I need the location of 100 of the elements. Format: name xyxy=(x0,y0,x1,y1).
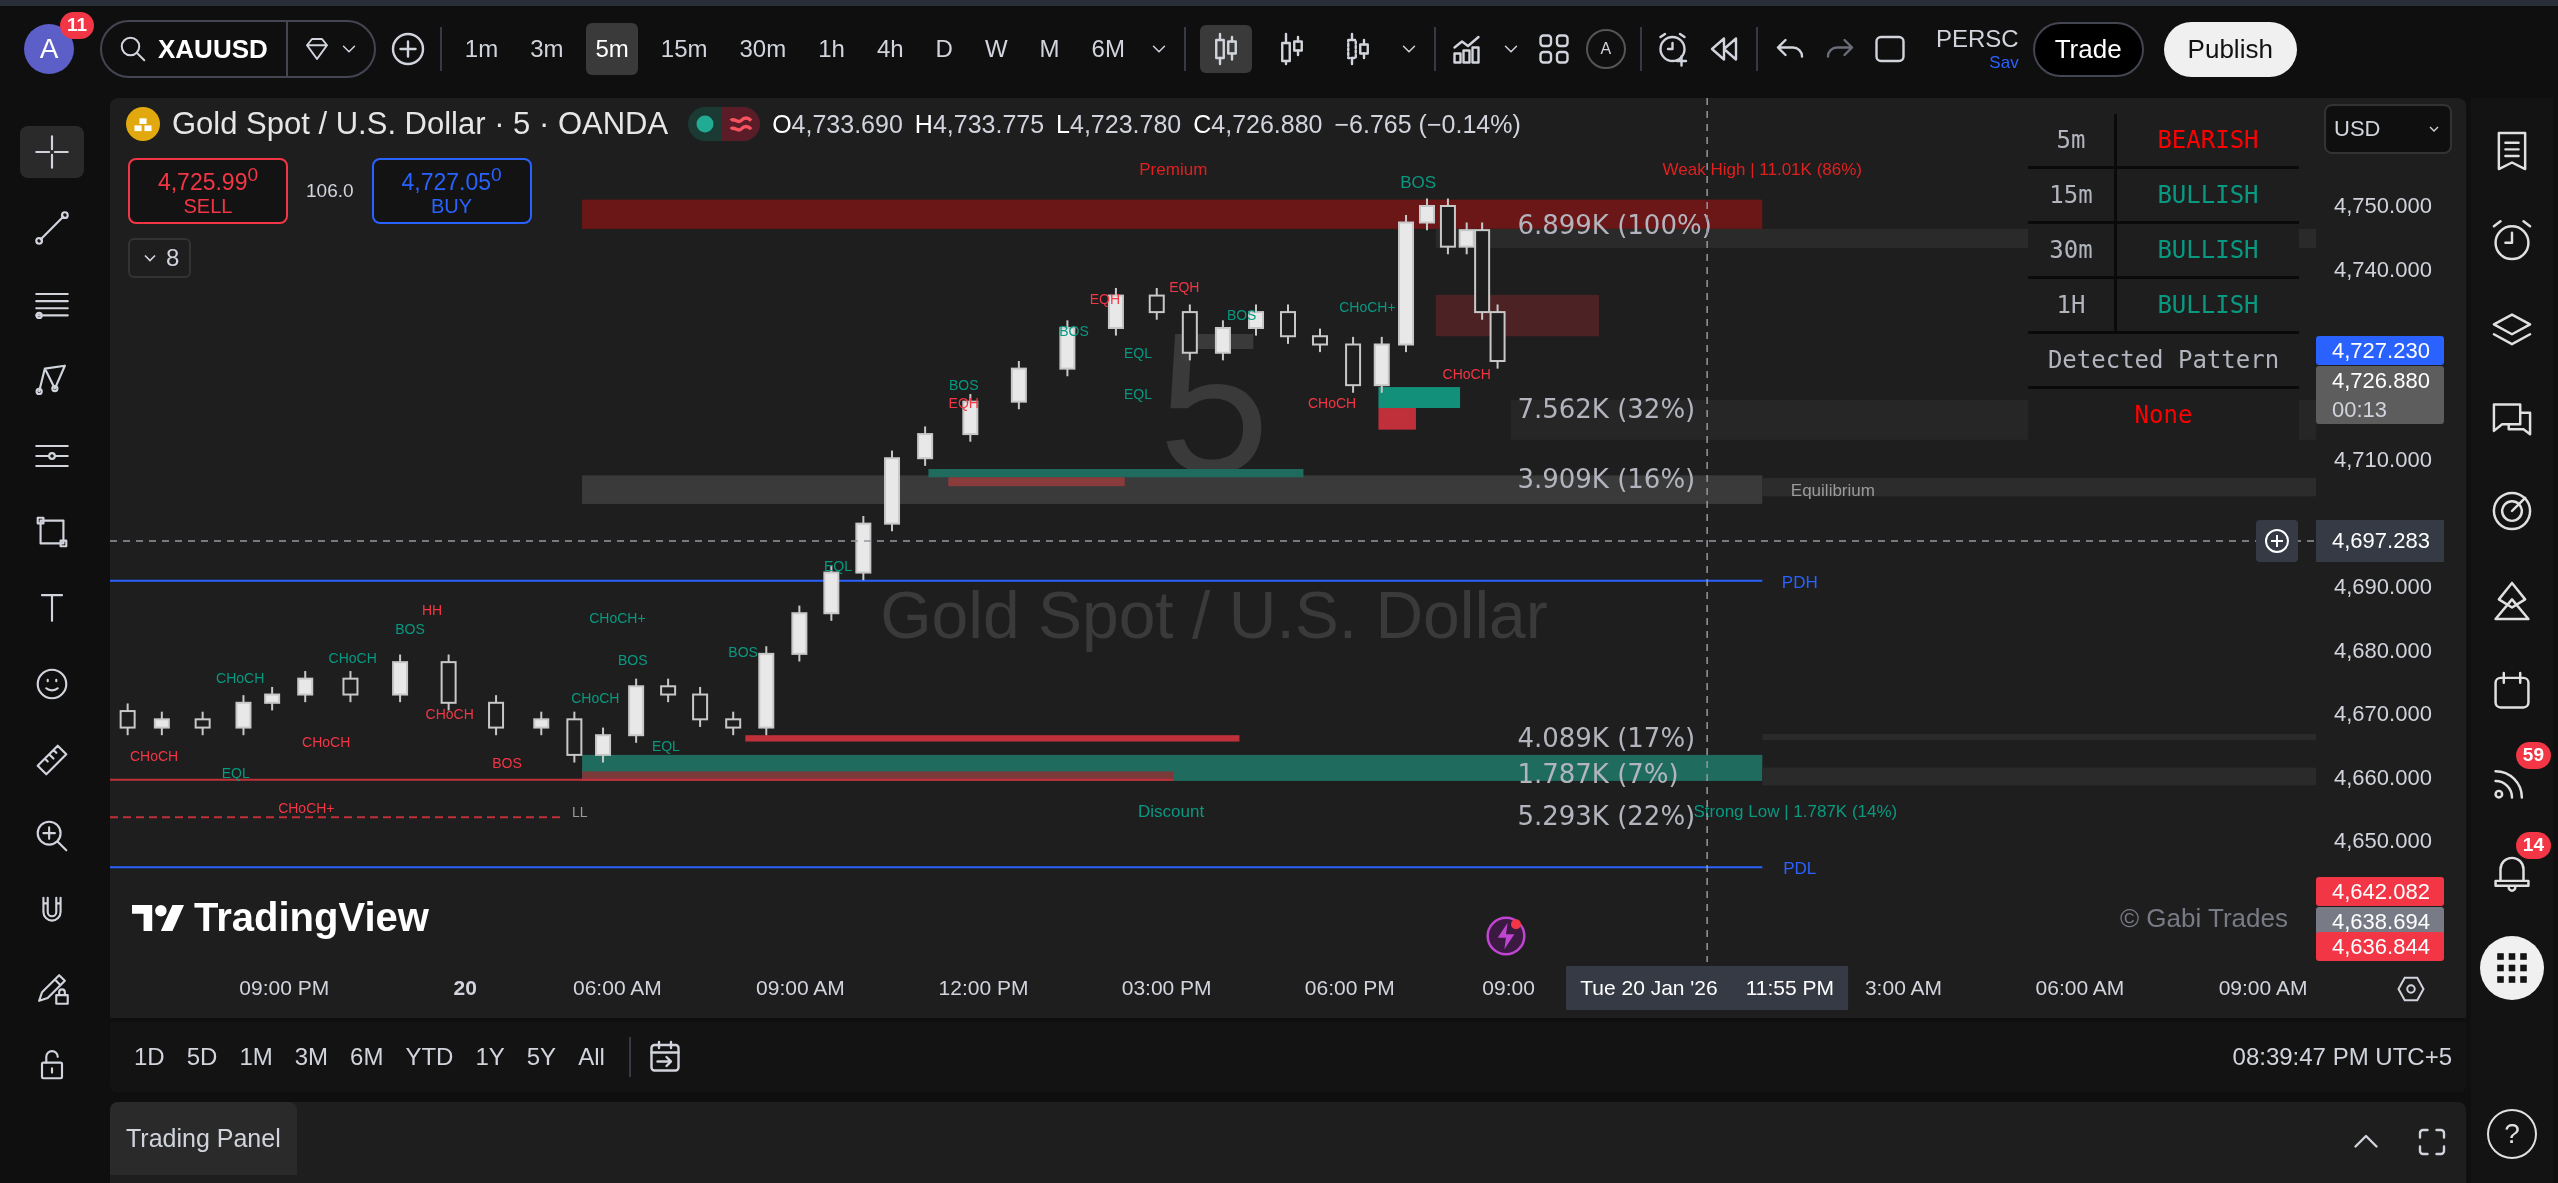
volume-label: 4.089K (17%) xyxy=(1517,722,1696,753)
trend-cell: BULLISH xyxy=(2115,277,2299,333)
interval-tab[interactable]: 6M xyxy=(1082,23,1134,75)
interval-tab[interactable]: 15m xyxy=(651,23,717,75)
timeframe-cell: 5m xyxy=(2028,114,2116,168)
range-button[interactable]: 1M xyxy=(231,1037,281,1077)
interval-tab[interactable]: 3m xyxy=(521,23,573,75)
chart-label: PDH xyxy=(1781,573,1818,593)
chart-label: LL xyxy=(572,804,588,821)
publish-button[interactable]: Publish xyxy=(2163,21,2297,77)
time-tick: 09:00 xyxy=(1482,976,1535,1000)
alert-letter-button[interactable]: A xyxy=(1585,29,1626,69)
interval-tab[interactable]: 1m xyxy=(455,23,508,75)
interval-tab[interactable]: M xyxy=(1030,23,1069,75)
interval-tab[interactable]: 30m xyxy=(730,23,796,75)
interval-tab[interactable]: 5m xyxy=(586,23,638,75)
add-alert-icon[interactable] xyxy=(2256,519,2298,562)
price-tick: 4,650.000 xyxy=(2334,827,2432,856)
candle xyxy=(342,670,359,704)
layout-name[interactable]: PERSC xyxy=(1935,25,2019,53)
candle xyxy=(595,726,612,764)
candle xyxy=(119,702,136,737)
crosshair-tool-icon[interactable] xyxy=(20,126,84,178)
range-button[interactable]: All xyxy=(570,1037,613,1077)
price-tick: 4,680.000 xyxy=(2334,636,2432,665)
chart-label: Weak High | 11.01K (86%) xyxy=(1662,159,1862,179)
range-button[interactable]: 1D xyxy=(126,1037,173,1077)
price-tick: 4,740.000 xyxy=(2334,255,2432,284)
count-badge: 59 xyxy=(2515,742,2551,769)
range-button[interactable]: 3M xyxy=(286,1037,337,1077)
candle xyxy=(488,694,505,737)
trading-panel-tab[interactable]: Trading Panel xyxy=(110,1102,297,1175)
time-tick: 06:00 PM xyxy=(1304,976,1395,1000)
chart-label: CHoCH xyxy=(425,706,474,723)
range-button[interactable]: 1Y xyxy=(467,1037,513,1077)
coin-icon xyxy=(126,107,160,141)
range-button[interactable]: 5Y xyxy=(518,1037,565,1077)
candle xyxy=(660,677,677,704)
indicators-toggle[interactable]: 8 xyxy=(128,238,192,278)
chart-label: CHoCH xyxy=(130,748,179,765)
chart-label: BOS xyxy=(492,755,522,772)
chart-label: CHoCH+ xyxy=(278,800,335,817)
trend-cell: BEARISH xyxy=(2115,114,2299,168)
time-tick: 09:00 AM xyxy=(756,976,845,1000)
chart-label: EQH xyxy=(1169,279,1200,296)
price-tag: 4,636.844 xyxy=(2316,932,2444,961)
currency-dropdown[interactable]: USD xyxy=(2324,104,2452,154)
candle xyxy=(692,685,709,728)
ohlc-value: O4,733.690 xyxy=(772,109,903,139)
chart-label: CHoCH xyxy=(571,689,620,706)
chart-label: CHoCH xyxy=(216,670,265,687)
range-button[interactable]: YTD xyxy=(397,1037,462,1077)
trend-cell: BULLISH xyxy=(2115,222,2299,278)
chart-label: BOS xyxy=(395,621,425,638)
time-tick: 09:00 PM xyxy=(239,976,330,1000)
buy-button[interactable]: 4,727.05$^{0}$ BUY xyxy=(371,158,532,224)
candle xyxy=(855,515,872,582)
interval-tab[interactable]: 1h xyxy=(809,23,854,75)
price-tick: 4,670.000 xyxy=(2334,700,2432,729)
candle xyxy=(1439,197,1456,256)
clock-text[interactable]: 08:39:47 PM UTC+5 xyxy=(2232,1043,2452,1071)
trend-cell: BULLISH xyxy=(2115,167,2299,223)
price-tick: 4,660.000 xyxy=(2334,763,2432,792)
range-button[interactable]: 6M xyxy=(342,1037,392,1077)
candle xyxy=(235,694,252,737)
chart-label: EQL xyxy=(1124,345,1152,362)
range-button[interactable]: 5D xyxy=(178,1037,226,1077)
help-button[interactable]: ? xyxy=(2487,1109,2537,1159)
chart-label: CHoCH+ xyxy=(1339,299,1396,316)
candle xyxy=(194,710,211,737)
candle xyxy=(1419,197,1435,232)
candle xyxy=(566,710,583,764)
candles-icon[interactable] xyxy=(1199,25,1252,73)
interval-tab[interactable]: W xyxy=(975,23,1017,75)
price-tag: 4,726.880 00:13 xyxy=(2316,365,2444,424)
candle xyxy=(392,653,409,704)
candle xyxy=(1280,303,1296,345)
chart-label: BOS xyxy=(728,644,758,661)
chart-label: Premium xyxy=(1139,159,1208,179)
trade-button[interactable]: Trade xyxy=(2032,21,2144,77)
time-tick: 03:00 PM xyxy=(1121,976,1212,1000)
symbol-title[interactable]: Gold Spot / U.S. Dollar · 5 · OANDA xyxy=(172,106,669,142)
ohlc-value: C4,726.880 xyxy=(1193,109,1323,139)
chart-label: CHoCH xyxy=(1308,395,1357,411)
price-tag: 4,642.082 xyxy=(2316,876,2444,906)
time-tick: 09:00 AM xyxy=(2218,976,2308,1000)
candle xyxy=(628,677,645,744)
settings-icon[interactable] xyxy=(2396,974,2426,1004)
chart-label: EQL xyxy=(1124,386,1152,403)
add-symbol-icon[interactable] xyxy=(389,31,426,67)
volume-label: 3.909K (16%) xyxy=(1517,464,1696,495)
sell-button[interactable]: 4,725.99$^{0}$ SELL xyxy=(128,158,288,224)
interval-tab[interactable]: 4h xyxy=(867,23,913,75)
lightning-icon[interactable] xyxy=(1486,916,1526,956)
chart-label: BOS xyxy=(1400,173,1437,193)
market-status-pill[interactable] xyxy=(688,107,761,141)
candle xyxy=(264,685,281,712)
interval-tab[interactable]: D xyxy=(926,23,962,75)
save-status: Sav xyxy=(1989,53,2019,73)
logo-text: TradingView xyxy=(194,895,429,940)
